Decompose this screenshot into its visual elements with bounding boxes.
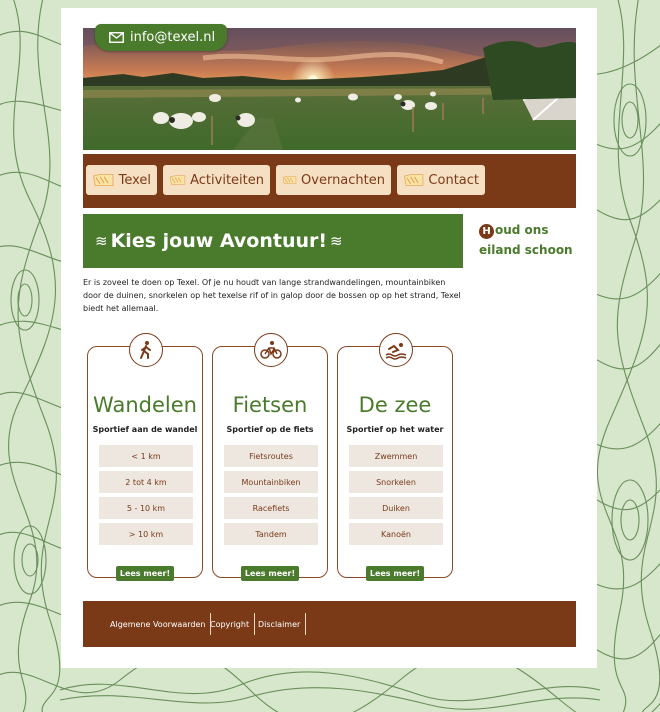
cyclist-icon	[254, 333, 288, 367]
read-more-button[interactable]: Lees meer!	[366, 566, 424, 581]
hiker-icon	[129, 333, 163, 367]
email-address: info@texel.nl	[130, 30, 216, 45]
card-options: Zwemmen Snorkelen Duiken Kanoën	[349, 445, 443, 549]
nav-item-texel[interactable]: Texel	[86, 165, 157, 195]
option-item[interactable]: 5 - 10 km	[99, 497, 193, 519]
initial-badge: H	[479, 224, 494, 239]
option-item[interactable]: Fietsroutes	[224, 445, 318, 467]
main-navigation: Texel Activiteiten Overnachten Contact	[83, 154, 576, 208]
nav-item-activiteiten[interactable]: Activiteiten	[163, 165, 270, 195]
option-item[interactable]: Snorkelen	[349, 471, 443, 493]
nav-label: Texel	[118, 172, 151, 188]
activity-card-de-zee: De zee Sportief op het water Zwemmen Sno…	[337, 333, 453, 581]
read-more-button[interactable]: Lees meer!	[241, 566, 299, 581]
page-title: Kies jouw Avontuur!	[110, 230, 328, 252]
option-item[interactable]: < 1 km	[99, 445, 193, 467]
read-more-button[interactable]: Lees meer!	[116, 566, 174, 581]
swimmer-icon	[379, 333, 413, 367]
option-item[interactable]: Mountainbiken	[224, 471, 318, 493]
email-contact-tab[interactable]: info@texel.nl	[95, 24, 228, 51]
activity-card-wandelen: Wandelen Sportief aan de wandel < 1 km 2…	[87, 333, 203, 581]
side-note-link[interactable]: Houd ons eiland schoon	[479, 220, 589, 260]
card-subtitle: Sportief op het water	[346, 425, 444, 434]
card-options: < 1 km 2 tot 4 km 5 - 10 km > 10 km	[99, 445, 193, 549]
option-item[interactable]: Kanoën	[349, 523, 443, 545]
intro-paragraph: Er is zoveel te doen op Texel. Of je nu …	[83, 278, 461, 313]
ticket-icon	[282, 175, 297, 185]
page-container: info@texel.nl Texel Activiteiten Overnac…	[61, 8, 597, 668]
nav-item-overnachten[interactable]: Overnachten	[276, 165, 391, 195]
footer-link-voorwaarden[interactable]: Algemene Voorwaarden	[110, 613, 212, 635]
card-subtitle: Sportief op de fiets	[226, 425, 314, 434]
footer-link-copyright[interactable]: Copyright	[210, 613, 256, 635]
option-item[interactable]: > 10 km	[99, 523, 193, 545]
envelope-icon	[109, 32, 124, 43]
footer-link-disclaimer[interactable]: Disclaimer	[258, 613, 307, 635]
option-item[interactable]: Duiken	[349, 497, 443, 519]
card-title: Fietsen	[232, 393, 308, 417]
activity-card-fietsen: Fietsen Sportief op de fiets Fietsroutes…	[212, 333, 328, 581]
footer: Algemene Voorwaarden Copyright Disclaime…	[83, 601, 576, 647]
ticket-icon	[404, 174, 424, 186]
nav-item-contact[interactable]: Contact	[397, 165, 485, 195]
ticket-icon	[93, 173, 114, 187]
option-item[interactable]: Zwemmen	[349, 445, 443, 467]
nav-label: Activiteiten	[190, 172, 264, 188]
option-item[interactable]: Racefiets	[224, 497, 318, 519]
waves-icon: ≋	[330, 232, 343, 250]
ticket-icon	[169, 175, 186, 185]
nav-label: Contact	[428, 172, 479, 188]
waves-icon: ≋	[95, 232, 108, 250]
option-item[interactable]: Tandem	[224, 523, 318, 545]
card-title: De zee	[358, 393, 432, 417]
card-subtitle: Sportief aan de wandel	[92, 425, 198, 434]
option-item[interactable]: 2 tot 4 km	[99, 471, 193, 493]
card-title: Wandelen	[93, 393, 197, 417]
page-title-banner: ≋ Kies jouw Avontuur! ≋	[83, 214, 463, 268]
card-options: Fietsroutes Mountainbiken Racefiets Tand…	[224, 445, 318, 549]
nav-label: Overnachten	[301, 172, 385, 188]
